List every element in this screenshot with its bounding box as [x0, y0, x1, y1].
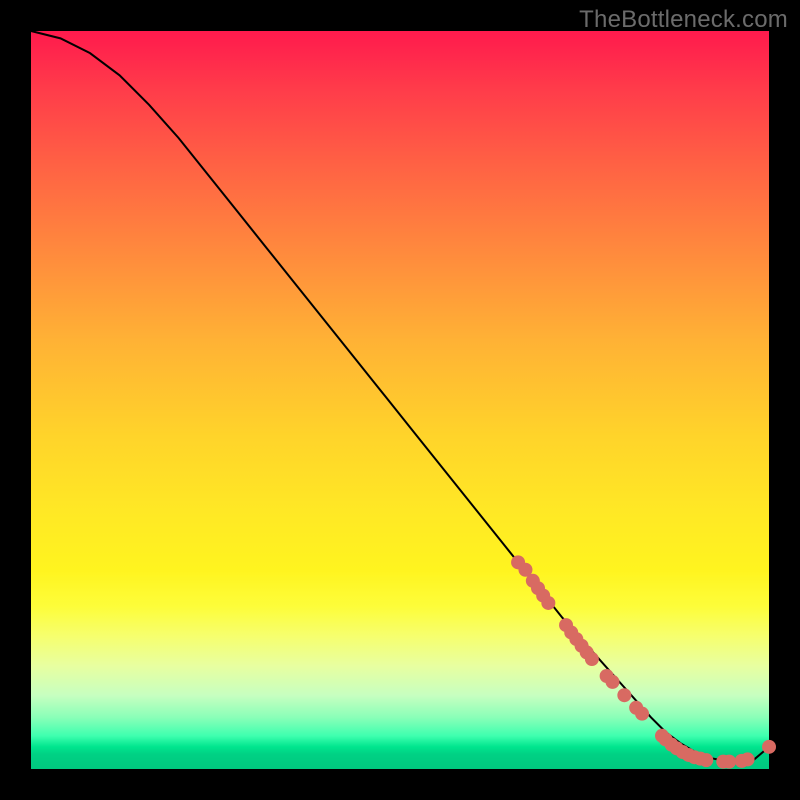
scatter-point: [635, 707, 649, 721]
curve-line-path: [31, 31, 769, 762]
scatter-points: [511, 555, 776, 768]
scatter-point: [762, 740, 776, 754]
scatter-point: [741, 752, 755, 766]
curve-line: [31, 31, 769, 762]
scatter-point: [606, 675, 620, 689]
scatter-point: [699, 753, 713, 767]
chart-overlay: [31, 31, 769, 769]
chart-frame: TheBottleneck.com: [0, 0, 800, 800]
scatter-point: [541, 596, 555, 610]
watermark-text: TheBottleneck.com: [579, 6, 788, 34]
scatter-point: [585, 652, 599, 666]
scatter-point: [617, 688, 631, 702]
scatter-point: [722, 755, 736, 769]
